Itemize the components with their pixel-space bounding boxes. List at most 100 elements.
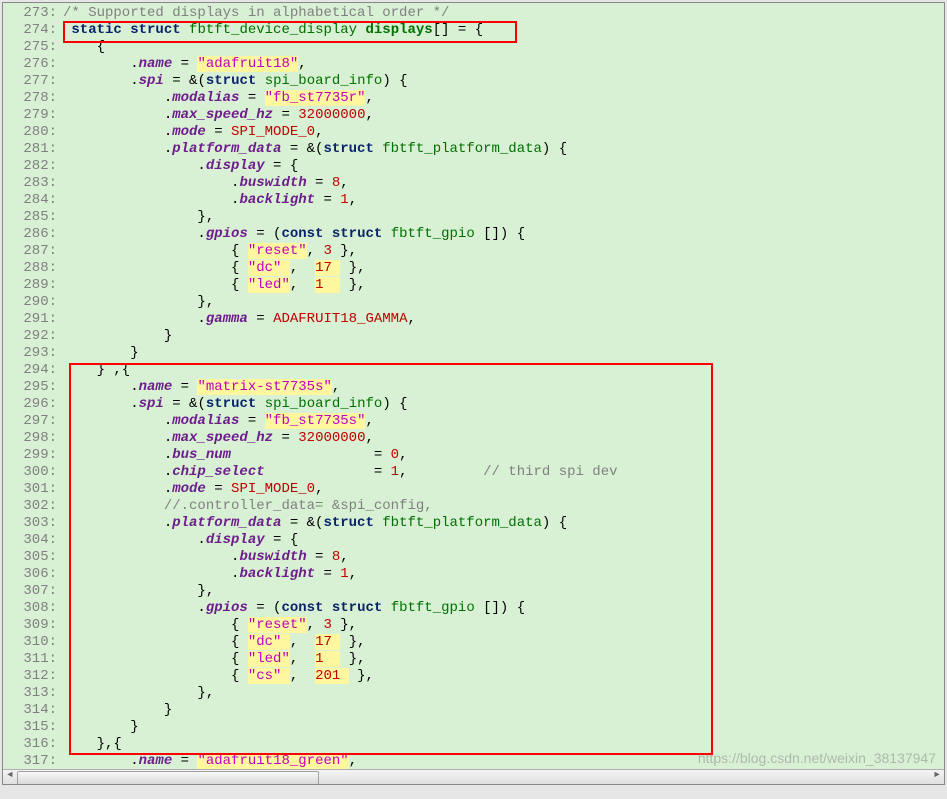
code-line[interactable]: 284: .backlight = 1, (3, 192, 944, 209)
code-line[interactable]: 280: .mode = SPI_MODE_0, (3, 124, 944, 141)
line-content: .max_speed_hz = 32000000, (63, 107, 944, 123)
line-content: .gamma = ADAFRUIT18_GAMMA, (63, 311, 944, 327)
line-number: 284: (3, 192, 63, 208)
code-line[interactable]: 278: .modalias = "fb_st7735r", (3, 90, 944, 107)
line-content: .display = { (63, 532, 944, 548)
code-line[interactable]: 304: .display = { (3, 532, 944, 549)
line-number: 286: (3, 226, 63, 242)
line-content: } (63, 702, 944, 718)
line-content: //.controller_data= &spi_config, (63, 498, 944, 514)
code-line[interactable]: 309: { "reset", 3 }, (3, 617, 944, 634)
code-line[interactable]: 300: .chip_select = 1, // third spi dev (3, 464, 944, 481)
code-area[interactable]: 273:/* Supported displays in alphabetica… (3, 3, 944, 785)
line-content: }, (63, 583, 944, 599)
line-content: { "dc" , 17 }, (63, 634, 944, 650)
line-number: 309: (3, 617, 63, 633)
code-line[interactable]: 314: } (3, 702, 944, 719)
code-line[interactable]: 293: } (3, 345, 944, 362)
line-number: 278: (3, 90, 63, 106)
line-content: .backlight = 1, (63, 192, 944, 208)
code-line[interactable]: 285: }, (3, 209, 944, 226)
line-content: .spi = &(struct spi_board_info) { (63, 396, 944, 412)
code-line[interactable]: 283: .buswidth = 8, (3, 175, 944, 192)
code-line[interactable]: 306: .backlight = 1, (3, 566, 944, 583)
code-line[interactable]: 311: { "led", 1 }, (3, 651, 944, 668)
line-content: .modalias = "fb_st7735r", (63, 90, 944, 106)
code-line[interactable]: 295: .name = "matrix-st7735s", (3, 379, 944, 396)
code-line[interactable]: 279: .max_speed_hz = 32000000, (3, 107, 944, 124)
code-line[interactable]: 291: .gamma = ADAFRUIT18_GAMMA, (3, 311, 944, 328)
code-line[interactable]: 317: .name = "adafruit18_green", (3, 753, 944, 770)
code-editor[interactable]: 273:/* Supported displays in alphabetica… (2, 2, 945, 785)
line-content: { "led", 1 }, (63, 651, 944, 667)
line-number: 277: (3, 73, 63, 89)
line-number: 312: (3, 668, 63, 684)
code-line[interactable]: 290: }, (3, 294, 944, 311)
code-line[interactable]: 307: }, (3, 583, 944, 600)
line-number: 315: (3, 719, 63, 735)
code-line[interactable]: 312: { "cs" , 201 }, (3, 668, 944, 685)
line-content: } (63, 719, 944, 735)
line-content: }, (63, 294, 944, 310)
line-content: { "reset", 3 }, (63, 617, 944, 633)
code-line[interactable]: 316: },{ (3, 736, 944, 753)
code-line[interactable]: 315: } (3, 719, 944, 736)
code-line[interactable]: 287: { "reset", 3 }, (3, 243, 944, 260)
line-content: .chip_select = 1, // third spi dev (63, 464, 944, 480)
line-number: 273: (3, 5, 63, 21)
line-content: static struct fbtft_device_display displ… (63, 22, 944, 38)
code-line[interactable]: 296: .spi = &(struct spi_board_info) { (3, 396, 944, 413)
code-line[interactable]: 275: { (3, 39, 944, 56)
line-content: } (63, 345, 944, 361)
code-line[interactable]: 299: .bus_num = 0, (3, 447, 944, 464)
line-number: 280: (3, 124, 63, 140)
code-line[interactable]: 310: { "dc" , 17 }, (3, 634, 944, 651)
code-line[interactable]: 301: .mode = SPI_MODE_0, (3, 481, 944, 498)
scroll-left-arrow-icon[interactable]: ◄ (3, 770, 17, 784)
line-number: 282: (3, 158, 63, 174)
line-content: .modalias = "fb_st7735s", (63, 413, 944, 429)
code-line[interactable]: 274: static struct fbtft_device_display … (3, 22, 944, 39)
line-number: 317: (3, 753, 63, 769)
line-number: 314: (3, 702, 63, 718)
code-line[interactable]: 288: { "dc" , 17 }, (3, 260, 944, 277)
code-line[interactable]: 292: } (3, 328, 944, 345)
line-content: { "dc" , 17 }, (63, 260, 944, 276)
code-line[interactable]: 313: }, (3, 685, 944, 702)
line-content: { (63, 39, 944, 55)
code-line[interactable]: 276: .name = "adafruit18", (3, 56, 944, 73)
line-number: 306: (3, 566, 63, 582)
line-number: 275: (3, 39, 63, 55)
line-number: 308: (3, 600, 63, 616)
code-line[interactable]: 308: .gpios = (const struct fbtft_gpio [… (3, 600, 944, 617)
horizontal-scrollbar[interactable]: ◄ ► (3, 769, 944, 784)
line-number: 290: (3, 294, 63, 310)
code-line[interactable]: 286: .gpios = (const struct fbtft_gpio [… (3, 226, 944, 243)
line-content: .display = { (63, 158, 944, 174)
line-content: { "reset", 3 }, (63, 243, 944, 259)
code-line[interactable]: 282: .display = { (3, 158, 944, 175)
line-number: 307: (3, 583, 63, 599)
code-line[interactable]: 281: .platform_data = &(struct fbtft_pla… (3, 141, 944, 158)
line-number: 285: (3, 209, 63, 225)
scrollbar-thumb[interactable] (17, 771, 319, 785)
code-line[interactable]: 289: { "led", 1 }, (3, 277, 944, 294)
line-number: 303: (3, 515, 63, 531)
code-line[interactable]: 302: //.controller_data= &spi_config, (3, 498, 944, 515)
line-number: 294: (3, 362, 63, 378)
line-content: .name = "adafruit18_green", (63, 753, 944, 769)
line-number: 301: (3, 481, 63, 497)
code-line[interactable]: 277: .spi = &(struct spi_board_info) { (3, 73, 944, 90)
line-number: 297: (3, 413, 63, 429)
code-line[interactable]: 273:/* Supported displays in alphabetica… (3, 5, 944, 22)
code-line[interactable]: 297: .modalias = "fb_st7735s", (3, 413, 944, 430)
code-line[interactable]: 298: .max_speed_hz = 32000000, (3, 430, 944, 447)
line-content: .max_speed_hz = 32000000, (63, 430, 944, 446)
code-line[interactable]: 305: .buswidth = 8, (3, 549, 944, 566)
line-number: 289: (3, 277, 63, 293)
line-number: 299: (3, 447, 63, 463)
code-line[interactable]: 303: .platform_data = &(struct fbtft_pla… (3, 515, 944, 532)
line-content: },{ (63, 736, 944, 752)
code-line[interactable]: 294: } ,{ (3, 362, 944, 379)
scroll-right-arrow-icon[interactable]: ► (930, 770, 944, 784)
